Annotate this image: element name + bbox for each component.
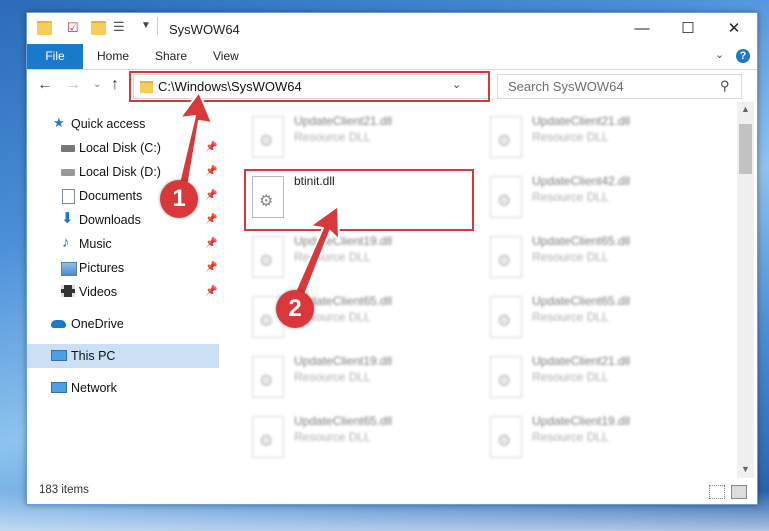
step-2-badge: 2 xyxy=(276,290,314,328)
step-1-badge: 1 xyxy=(160,180,198,218)
annotation-arrows xyxy=(175,91,340,313)
